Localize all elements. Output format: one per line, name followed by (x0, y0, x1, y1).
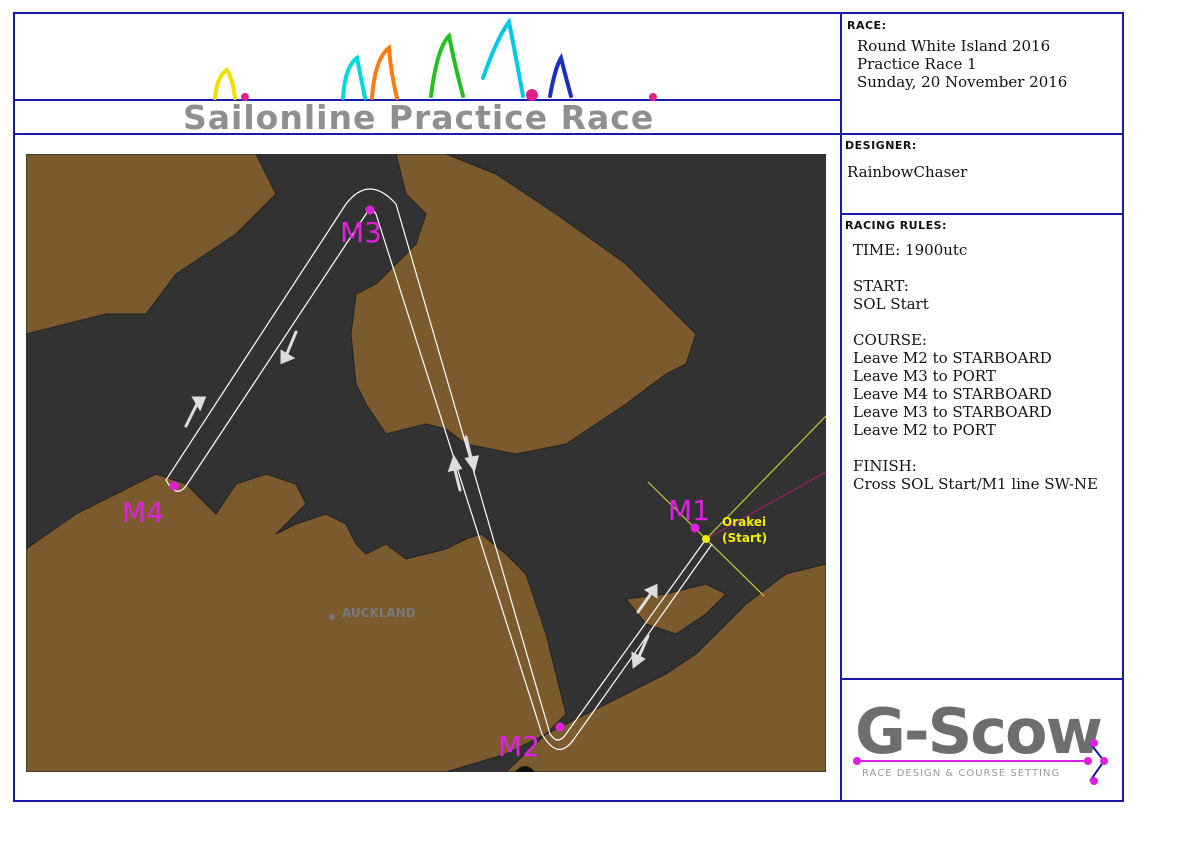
rules-line: Leave M4 to STARBOARD (853, 385, 1052, 403)
course-map[interactable]: M1 M2 M3 M4 Orakei (Start) AUCKLAND (26, 154, 826, 772)
rules-heading: RACING RULES: (845, 219, 947, 232)
city-label: AUCKLAND (342, 606, 416, 620)
mark-m4-point[interactable] (169, 481, 179, 491)
race-heading: RACE: (847, 19, 887, 32)
rules-line: Cross SOL Start/M1 line SW-NE (853, 475, 1098, 493)
city-point (329, 614, 335, 620)
rules-list: TIME: 1900utc START: SOL Start COURSE: L… (853, 241, 1098, 493)
rules-line: Leave M2 to STARBOARD (853, 349, 1052, 367)
map-canvas: M1 M2 M3 M4 Orakei (Start) AUCKLAND (26, 154, 826, 772)
race-box-divider (842, 133, 1122, 135)
mark-m2-label: M2 (498, 730, 540, 763)
race-date: Sunday, 20 November 2016 (857, 73, 1068, 91)
rules-line: Leave M3 to PORT (853, 367, 996, 385)
rules-line: TIME: 1900utc (853, 241, 968, 259)
start-sublabel: (Start) (722, 531, 767, 545)
rules-line: SOL Start (853, 295, 929, 313)
rules-line: Leave M3 to STARBOARD (853, 403, 1052, 421)
rules-box-divider (842, 678, 1122, 680)
mark-m1-label: M1 (668, 494, 710, 527)
start-label: Orakei (722, 515, 766, 529)
designer-name: RainbowChaser (847, 163, 968, 181)
gscow-logo-mark (853, 739, 1108, 785)
mark-m3-point[interactable] (365, 205, 375, 215)
mark-m4-label: M4 (122, 496, 164, 529)
race-name: Round White Island 2016 (857, 37, 1051, 55)
mark-m2-point[interactable] (555, 722, 565, 732)
start-point[interactable] (702, 535, 710, 543)
rules-line (853, 439, 1098, 457)
rules-line (853, 259, 1098, 277)
rules-line: Leave M2 to PORT (853, 421, 996, 439)
designer-heading: DESIGNER: (845, 139, 917, 152)
column-divider (840, 12, 842, 800)
rules-line: FINISH: (853, 457, 917, 475)
sails-logo (213, 18, 657, 101)
designer-box-divider (842, 213, 1122, 215)
mark-m3-label: M3 (340, 216, 382, 249)
race-subtitle: Practice Race 1 (857, 55, 977, 73)
rules-line (853, 313, 1098, 331)
rules-line: COURSE: (853, 331, 927, 349)
rules-line: START: (853, 277, 909, 295)
page-title: Sailonline Practice Race (183, 98, 655, 137)
